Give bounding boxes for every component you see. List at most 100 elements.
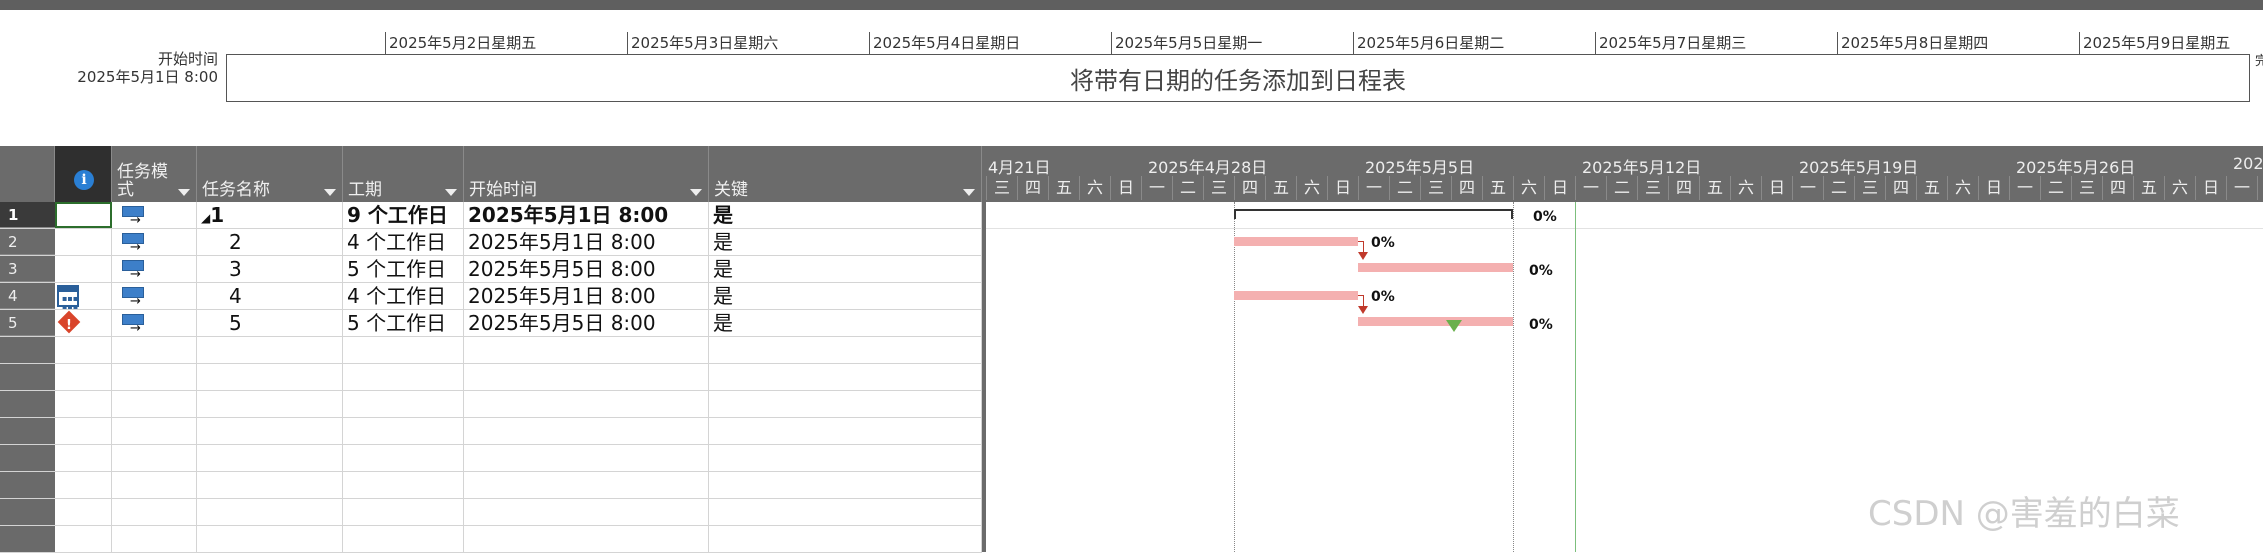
timeline-placeholder: 将带有日期的任务添加到日程表 xyxy=(1070,66,1406,95)
start-cell[interactable]: 2025年5月1日 8:00 xyxy=(464,202,709,228)
task-bar[interactable] xyxy=(1234,237,1358,246)
critical-cell[interactable]: 是 xyxy=(709,283,982,309)
row-number[interactable]: 5 xyxy=(0,310,55,336)
dropdown-arrow-icon[interactable] xyxy=(690,189,702,196)
table-row[interactable]: 1 → ◢1 9 个工作日 2025年5月1日 8:00 是 xyxy=(0,202,982,229)
start-cell[interactable]: 2025年5月1日 8:00 xyxy=(464,229,709,255)
timeline-bar[interactable]: 将带有日期的任务添加到日程表 xyxy=(226,54,2250,102)
task-bar[interactable] xyxy=(1234,291,1358,300)
dropdown-arrow-icon[interactable] xyxy=(963,189,975,196)
dependency-link xyxy=(1363,295,1364,306)
table-row[interactable] xyxy=(0,337,982,364)
day-label: 二 xyxy=(1172,176,1203,200)
dependency-link xyxy=(1363,241,1364,252)
critical-cell[interactable]: 是 xyxy=(709,256,982,282)
task-mode-cell[interactable]: → xyxy=(112,256,197,282)
dropdown-arrow-icon[interactable] xyxy=(178,189,190,196)
day-label: 四 xyxy=(1017,176,1048,200)
timeline-right-edge: 完 xyxy=(2255,54,2263,69)
duration-cell[interactable]: 4 个工作日 xyxy=(343,283,464,309)
column-header-label: 关键 xyxy=(714,180,748,200)
dependency-arrow-icon xyxy=(1358,252,1368,260)
duration-cell[interactable]: 4 个工作日 xyxy=(343,229,464,255)
auto-schedule-icon: → xyxy=(122,314,146,335)
row-number[interactable]: 3 xyxy=(0,256,55,282)
indicator-cell[interactable] xyxy=(55,256,112,282)
task-grid: 1 → ◢1 9 个工作日 2025年5月1日 8:00 是 2 → 2 4 个… xyxy=(0,202,982,553)
start-cell[interactable]: 2025年5月1日 8:00 xyxy=(464,283,709,309)
deadline-marker-icon[interactable] xyxy=(1446,320,1462,332)
task-name-cell[interactable]: 2 xyxy=(197,229,343,255)
indicator-cell[interactable]: ! xyxy=(55,310,112,336)
row-number[interactable]: 1 xyxy=(0,202,55,228)
table-row[interactable] xyxy=(0,418,982,445)
day-label: 五 xyxy=(1916,176,1947,200)
table-row[interactable] xyxy=(0,391,982,418)
column-header-task-mode[interactable]: 任务模 式 xyxy=(112,146,197,202)
start-cell[interactable]: 2025年5月5日 8:00 xyxy=(464,256,709,282)
critical-cell[interactable]: 是 xyxy=(709,229,982,255)
critical-cell[interactable]: 是 xyxy=(709,310,982,336)
table-row[interactable]: 4 ▪▪▪ ▪▪▪ → 4 4 个工作日 2025年5月1日 8:00 是 xyxy=(0,283,982,311)
task-mode-cell[interactable]: → xyxy=(112,283,197,309)
dependency-arrow-icon xyxy=(1358,306,1368,314)
column-header-duration[interactable]: 工期 xyxy=(343,146,464,202)
row-number[interactable]: 2 xyxy=(0,229,55,255)
task-name-cell[interactable]: 4 xyxy=(197,283,343,309)
start-cell[interactable]: 2025年5月5日 8:00 xyxy=(464,310,709,336)
day-label: 一 xyxy=(1141,176,1172,200)
percent-complete-label: 0% xyxy=(1371,289,1395,305)
table-row[interactable]: 2 → 2 4 个工作日 2025年5月1日 8:00 是 xyxy=(0,229,982,256)
duration-cell[interactable]: 9 个工作日 xyxy=(343,202,464,228)
column-header-start[interactable]: 开始时间 xyxy=(464,146,709,202)
table-row[interactable] xyxy=(0,526,982,553)
day-label: 日 xyxy=(1110,176,1141,200)
duration-cell[interactable]: 5 个工作日 xyxy=(343,310,464,336)
percent-complete-label: 0% xyxy=(1529,317,1553,333)
table-row[interactable]: 5 ! → 5 5 个工作日 2025年5月5日 8:00 是 xyxy=(0,310,982,337)
task-bar[interactable] xyxy=(1358,317,1513,326)
day-label: 日 xyxy=(1761,176,1792,200)
indicator-cell[interactable] xyxy=(55,202,112,228)
duration-cell[interactable]: 5 个工作日 xyxy=(343,256,464,282)
task-name-cell[interactable]: ◢1 xyxy=(197,202,343,228)
task-mode-cell[interactable]: → xyxy=(112,229,197,255)
indicator-cell[interactable] xyxy=(55,229,112,255)
day-label: 五 xyxy=(1048,176,1079,200)
table-row[interactable] xyxy=(0,445,982,472)
percent-complete-label: 0% xyxy=(1529,263,1553,279)
dropdown-arrow-icon[interactable] xyxy=(445,189,457,196)
table-row[interactable] xyxy=(0,472,982,499)
summary-bar[interactable] xyxy=(1234,209,1513,219)
auto-schedule-icon: → xyxy=(122,206,146,227)
day-label: 四 xyxy=(1451,176,1482,200)
dropdown-arrow-icon[interactable] xyxy=(324,189,336,196)
select-all-corner[interactable] xyxy=(0,146,55,202)
day-label: 三 xyxy=(986,176,1017,200)
table-row[interactable] xyxy=(0,364,982,391)
timeline-panel[interactable]: 开始时间 2025年5月1日 8:00 2025年5月2日星期五 2025年5月… xyxy=(0,10,2263,145)
task-name-cell[interactable]: 3 xyxy=(197,256,343,282)
day-label: 四 xyxy=(1234,176,1265,200)
collapse-triangle-icon[interactable]: ◢ xyxy=(201,211,210,225)
column-header-task-name[interactable]: 任务名称 xyxy=(197,146,343,202)
task-bar[interactable] xyxy=(1358,263,1513,272)
indicator-cell[interactable]: ▪▪▪ ▪▪▪ xyxy=(55,283,112,311)
column-header-critical[interactable]: 关键 xyxy=(709,146,982,202)
task-name-cell[interactable]: 5 xyxy=(197,310,343,336)
gantt-timescale[interactable]: 4月21日 2025年4月28日 2025年5月5日 2025年5月12日 20… xyxy=(986,146,2263,202)
day-label: 五 xyxy=(1265,176,1296,200)
warning-mark: ! xyxy=(66,318,72,333)
column-header-label: 工期 xyxy=(348,180,382,200)
critical-cell[interactable]: 是 xyxy=(709,202,982,228)
day-label: 三 xyxy=(1854,176,1885,200)
day-label: 二 xyxy=(2040,176,2071,200)
day-label: 一 xyxy=(2009,176,2040,200)
table-row[interactable] xyxy=(0,499,982,526)
row-number[interactable]: 4 xyxy=(0,283,55,309)
task-mode-cell[interactable]: → xyxy=(112,310,197,336)
column-header-indicators[interactable]: i xyxy=(55,146,112,202)
calendar-icon[interactable]: ▪▪▪ ▪▪▪ xyxy=(57,285,79,311)
task-mode-cell[interactable]: → xyxy=(112,202,197,228)
table-row[interactable]: 3 → 3 5 个工作日 2025年5月5日 8:00 是 xyxy=(0,256,982,283)
